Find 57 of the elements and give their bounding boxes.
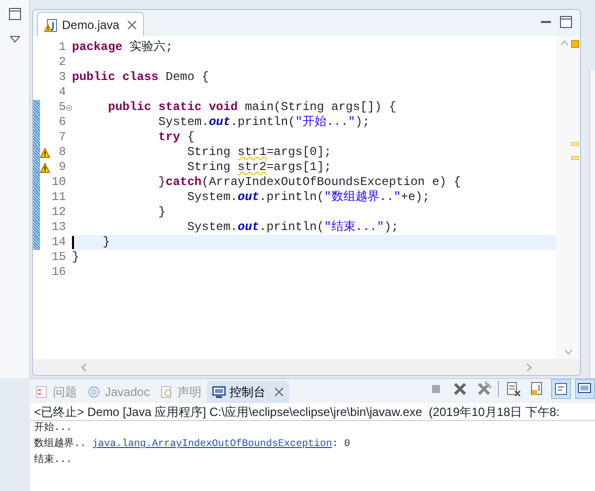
code-line: }catch(ArrayIndexOutOfBoundsException e) { (157, 175, 461, 190)
console-output-text: : 0 (332, 438, 350, 452)
clear-console-icon[interactable] (505, 381, 521, 397)
word-wrap-button[interactable] (551, 379, 571, 399)
text-cursor (72, 236, 74, 249)
maximize-icon[interactable] (560, 16, 572, 28)
monitor-icon (212, 385, 226, 399)
warning-ruler-marker[interactable] (571, 156, 579, 160)
collapse-icon[interactable] (66, 104, 72, 110)
code-line: String str2=args[1]; (186, 160, 332, 175)
line-number: 14 (50, 235, 66, 250)
panel-tab[interactable]: 控制台 (206, 381, 289, 403)
code-line: String str1=args[0]; (186, 145, 332, 160)
close-icon[interactable] (274, 387, 284, 397)
code-line: package 实验六; (72, 40, 173, 55)
restore-icon[interactable] (8, 8, 20, 20)
code-line: System.out.println("数组越界.."+e); (186, 190, 430, 205)
warning-ruler-marker[interactable] (571, 142, 579, 146)
line-number: 4 (58, 85, 66, 100)
line-number: 6 (58, 115, 66, 130)
editor-tab[interactable]: Demo.java (37, 12, 144, 36)
code-line: System.out.println("结束..."); (186, 220, 398, 235)
warning-icon[interactable] (40, 163, 50, 174)
line-number: 15 (50, 250, 66, 265)
line-number: 3 (58, 70, 66, 85)
console-output-text: 开始... (34, 421, 72, 436)
console-header: <已终止> Demo [Java 应用程序] C:\应用\eclipse\eclipse\jre\bin\javaw.exe (2019年10月18日 下午8: (30, 403, 595, 421)
exception-link[interactable]: java.lang.ArrayIndexOutOfBoundsException (92, 437, 332, 453)
document-magnifier-icon (160, 385, 174, 399)
problems-icon (35, 385, 49, 399)
code-line: public static void main(String args[]) { (107, 100, 396, 115)
code-line: System.out.println("开始..."); (157, 115, 370, 130)
code-line: } (102, 235, 110, 250)
code-line: } (72, 250, 80, 265)
remove-icon[interactable] (452, 381, 468, 397)
code-line: public class Demo { (72, 70, 209, 85)
line-number: 9 (58, 160, 66, 175)
remove-all-icon[interactable] (476, 381, 492, 397)
code-line: try { (157, 130, 194, 145)
close-icon[interactable] (127, 20, 138, 30)
line-number: 8 (58, 145, 66, 160)
line-number: 7 (58, 130, 66, 145)
console-output-text: 数组越界.. (34, 437, 88, 452)
console-output-text: 结束... (34, 453, 72, 468)
line-number: 2 (58, 55, 66, 70)
code-line: } (157, 205, 166, 220)
line-number: 1 (58, 40, 66, 55)
line-number: 13 (50, 220, 66, 235)
line-number: 16 (50, 265, 66, 280)
line-number: 10 (50, 175, 66, 190)
warning-icon[interactable] (40, 148, 50, 158)
warning-overview-marker[interactable] (571, 40, 579, 48)
line-number: 12 (50, 205, 66, 220)
line-number: 5 (58, 100, 66, 115)
line-number: 11 (50, 190, 66, 205)
view-menu-icon[interactable] (10, 36, 20, 43)
display-console-button[interactable] (575, 379, 595, 399)
